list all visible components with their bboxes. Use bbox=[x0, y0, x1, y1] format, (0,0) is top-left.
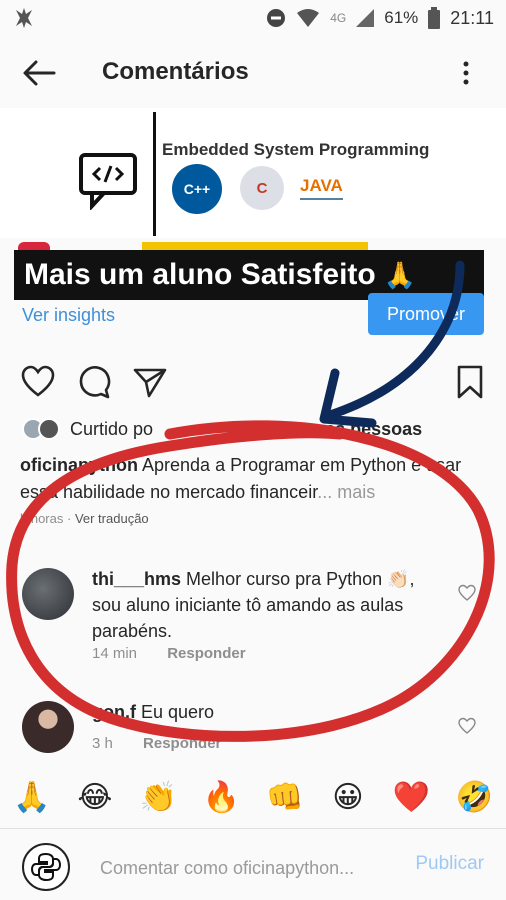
liked-by[interactable]: Curtido po ras pessoas bbox=[22, 418, 422, 440]
laughing-emoji[interactable]: 😂 bbox=[73, 780, 117, 815]
banner-divider bbox=[153, 112, 156, 236]
comment-meta: 3 h Responder bbox=[92, 735, 221, 752]
comment-time: 14 min bbox=[92, 645, 138, 662]
quick-reactions: 🙏 😂 👏 🔥 👊 😀 ❤️ 🤣 bbox=[0, 775, 506, 819]
battery-icon bbox=[428, 7, 441, 29]
c-logo-icon: C bbox=[240, 166, 284, 210]
do-not-disturb-icon bbox=[267, 9, 286, 27]
comment-username[interactable]: gon.f bbox=[92, 702, 136, 722]
avatar bbox=[38, 418, 60, 440]
promote-button[interactable]: Promover bbox=[368, 293, 484, 335]
share-icon[interactable] bbox=[132, 364, 168, 400]
comment-icon[interactable] bbox=[76, 364, 112, 400]
publish-button[interactable]: Publicar bbox=[415, 853, 484, 875]
fist-emoji[interactable]: 👊 bbox=[263, 780, 307, 815]
status-bar: 4G 61% 21:11 bbox=[0, 0, 506, 36]
caption-username[interactable]: oficinapython bbox=[20, 455, 138, 475]
fire-emoji[interactable]: 🔥 bbox=[199, 780, 243, 815]
comment-text: gon.f Eu quero bbox=[92, 699, 442, 725]
network-type: 4G bbox=[330, 11, 347, 25]
wifi-icon bbox=[297, 9, 320, 27]
caption-meta: h horas · Ver tradução bbox=[20, 511, 149, 526]
overlay-text: Mais um aluno Satisfeito bbox=[24, 258, 376, 291]
avatar[interactable] bbox=[22, 701, 74, 753]
page-title: Comentários bbox=[102, 58, 249, 85]
battery-percent: 61% bbox=[384, 8, 419, 27]
comment-composer: Publicar bbox=[0, 828, 506, 900]
heart-icon[interactable] bbox=[20, 364, 56, 400]
post-caption: oficinapython Aprenda a Programar em Pyt… bbox=[20, 452, 490, 506]
reply-button[interactable]: Responder bbox=[167, 645, 245, 662]
comment-time: 3 h bbox=[92, 735, 113, 752]
translate-link[interactable]: Ver tradução bbox=[75, 511, 149, 526]
comment-body: Eu quero bbox=[135, 702, 215, 722]
caption-more-link[interactable]: ... mais bbox=[317, 482, 375, 502]
reply-button[interactable]: Responder bbox=[143, 735, 221, 752]
view-insights-link[interactable]: Ver insights bbox=[22, 305, 115, 326]
clapping-emoji[interactable]: 👏 bbox=[136, 780, 180, 815]
clock: 21:11 bbox=[450, 7, 494, 28]
rofl-emoji[interactable]: 🤣 bbox=[452, 780, 496, 815]
comment-input[interactable] bbox=[100, 853, 400, 883]
app-bar: Comentários bbox=[0, 44, 506, 102]
more-options-icon[interactable] bbox=[456, 58, 476, 88]
post-action-row bbox=[0, 360, 506, 404]
caption-time: h horas bbox=[20, 511, 64, 526]
praying-hands-emoji: 🙏 bbox=[383, 259, 417, 290]
code-chat-icon bbox=[79, 153, 137, 210]
signal-icon bbox=[356, 9, 375, 27]
heart-emoji[interactable]: ❤️ bbox=[389, 780, 433, 815]
heart-icon[interactable] bbox=[458, 717, 476, 735]
heart-icon[interactable] bbox=[458, 584, 476, 602]
python-logo-icon bbox=[31, 852, 61, 882]
liked-avatars bbox=[22, 418, 60, 440]
cpp-logo-icon: C++ bbox=[172, 164, 222, 214]
praying-hands-emoji[interactable]: 🙏 bbox=[10, 780, 54, 815]
app-notification-icon bbox=[16, 8, 32, 28]
avatar[interactable] bbox=[22, 843, 70, 891]
smile-emoji[interactable]: 😀 bbox=[326, 780, 370, 815]
comment-username[interactable]: thi___hms bbox=[92, 569, 181, 589]
back-arrow-icon[interactable] bbox=[20, 58, 60, 88]
liked-by-prefix: Curtido po bbox=[70, 418, 154, 439]
comment-meta: 14 min Responder bbox=[92, 645, 246, 662]
bookmark-icon[interactable] bbox=[452, 364, 488, 400]
avatar[interactable] bbox=[22, 568, 74, 620]
banner-heading: Embedded System Programming bbox=[162, 140, 430, 159]
comment-text: thi___hms Melhor curso pra Python 👏🏻, so… bbox=[92, 566, 442, 644]
java-logo: JAVA bbox=[300, 176, 343, 200]
liked-by-suffix: ras pessoas bbox=[318, 418, 423, 439]
